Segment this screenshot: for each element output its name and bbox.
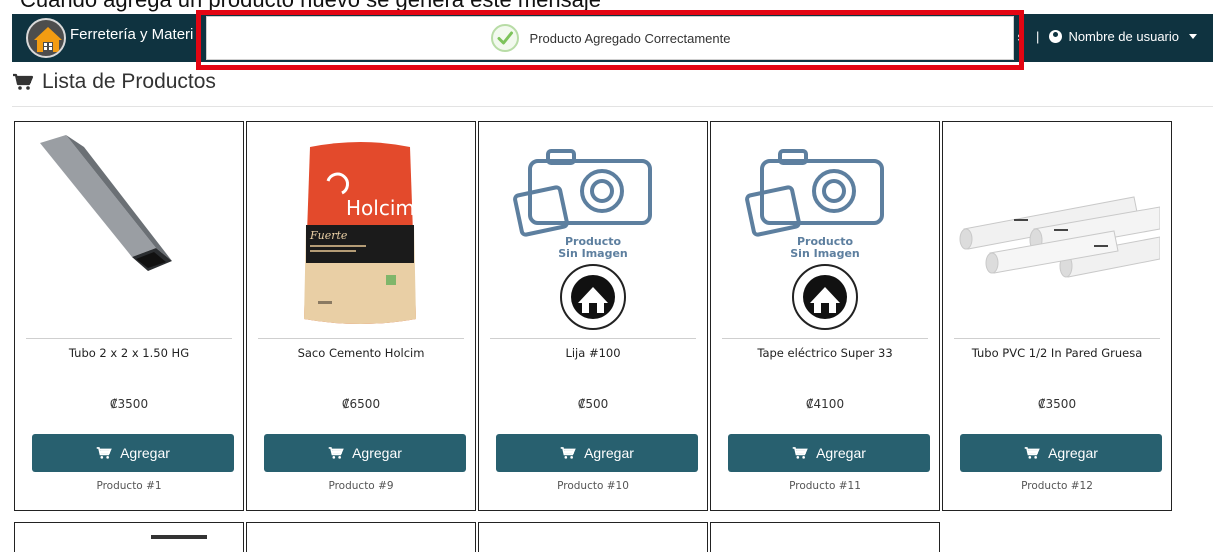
product-card-partial	[246, 522, 476, 552]
product-card-partial	[478, 522, 708, 552]
product-card: Holcim Fuerte Saco Cemento Holcim ₡6500 …	[246, 121, 476, 511]
add-button-label: Agregar	[584, 445, 634, 461]
user-name[interactable]: Nombre de usuario	[1068, 29, 1179, 44]
product-image[interactable]: Producto Sin Imagen	[490, 133, 696, 339]
product-name: Tubo PVC 1/2 In Pared Gruesa	[971, 346, 1143, 360]
product-id: Producto #11	[789, 480, 861, 492]
user-menu[interactable]: s | Nombre de usuario	[1018, 29, 1197, 44]
add-to-cart-button[interactable]: Agregar	[32, 434, 234, 472]
product-price: ₡3500	[1037, 397, 1077, 411]
cart-icon	[328, 447, 344, 459]
product-price: ₡3500	[109, 397, 149, 411]
pvc-pipes-image	[954, 133, 1160, 339]
product-card: Tubo PVC 1/2 In Pared Gruesa ₡3500 Agreg…	[942, 121, 1172, 511]
add-button-label: Agregar	[352, 445, 402, 461]
brand-logo[interactable]	[26, 18, 66, 58]
product-card-partial	[14, 522, 244, 552]
product-id: Producto #10	[557, 480, 629, 492]
product-card: Producto Sin Imagen Lija #100 ₡500 Agreg…	[478, 121, 708, 511]
cart-icon	[792, 447, 808, 459]
product-id: Producto #1	[96, 480, 162, 492]
cement-brand: Holcim	[346, 196, 415, 220]
product-price: ₡4100	[805, 397, 845, 411]
page-title-text: Lista de Productos	[42, 70, 216, 93]
cart-icon	[96, 447, 112, 459]
product-card-partial	[710, 522, 940, 552]
no-image-placeholder: Producto Sin Imagen	[722, 133, 928, 339]
card-divider	[722, 338, 928, 339]
product-image[interactable]	[954, 133, 1160, 339]
no-image-placeholder: Producto Sin Imagen	[490, 133, 696, 339]
cement-bag-image: Holcim Fuerte	[258, 133, 464, 339]
nav-separator: |	[1036, 29, 1040, 44]
add-button-label: Agregar	[1048, 445, 1098, 461]
user-circle-icon	[1049, 30, 1063, 43]
product-name: Tubo 2 x 2 x 1.50 HG	[68, 346, 190, 360]
product-name: Lija #100	[565, 346, 621, 360]
add-to-cart-button[interactable]: Agregar	[728, 434, 930, 472]
card-divider	[258, 338, 464, 339]
product-image[interactable]	[26, 133, 232, 339]
caret-down-icon[interactable]	[1189, 34, 1197, 39]
product-image[interactable]: Holcim Fuerte	[258, 133, 464, 339]
product-image-partial	[151, 535, 207, 539]
cart-icon	[13, 73, 34, 90]
product-name: Tape eléctrico Super 33	[757, 346, 893, 360]
product-card: Tubo 2 x 2 x 1.50 HG ₡3500 Agregar Produ…	[14, 121, 244, 511]
add-button-label: Agregar	[120, 445, 170, 461]
success-toast: Producto Agregado Correctamente	[206, 16, 1014, 60]
card-divider	[490, 338, 696, 339]
page-title: Lista de Productos	[12, 70, 216, 94]
add-to-cart-button[interactable]: Agregar	[264, 434, 466, 472]
card-divider	[26, 338, 232, 339]
cement-variant: Fuerte	[309, 229, 348, 242]
add-to-cart-button[interactable]: Agregar	[960, 434, 1162, 472]
square-tube-image	[26, 133, 232, 339]
cart-icon	[560, 447, 576, 459]
product-image[interactable]: Producto Sin Imagen	[722, 133, 928, 339]
brand-name[interactable]: Ferretería y Materi	[70, 26, 193, 43]
house-logo-icon	[34, 27, 62, 52]
title-divider	[12, 106, 1213, 107]
product-card: Producto Sin Imagen Tape eléctrico Super…	[710, 121, 940, 511]
product-price: ₡500	[577, 397, 609, 411]
product-price: ₡6500	[341, 397, 381, 411]
cart-icon	[1024, 447, 1040, 459]
card-divider	[954, 338, 1160, 339]
add-button-label: Agregar	[816, 445, 866, 461]
no-image-line2: Sin Imagen	[558, 247, 628, 260]
toast-message: Producto Agregado Correctamente	[529, 30, 731, 46]
product-name: Saco Cemento Holcim	[297, 346, 425, 360]
check-circle-icon	[490, 24, 519, 52]
add-to-cart-button[interactable]: Agregar	[496, 434, 698, 472]
product-id: Producto #9	[328, 480, 394, 492]
product-id: Producto #12	[1021, 480, 1093, 492]
no-image-line2: Sin Imagen	[790, 247, 860, 260]
